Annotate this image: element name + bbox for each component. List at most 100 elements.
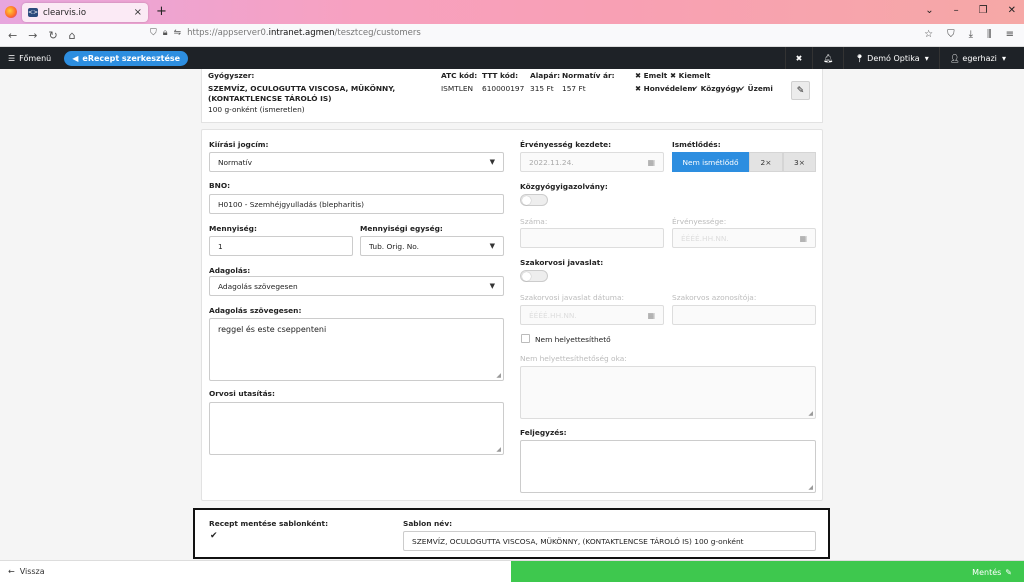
edit-icon: ✎ [796,85,805,96]
szakorvos-azon-label: Szakorvos azonosítója: [672,293,757,302]
forward-arrow-icon[interactable]: → [28,29,37,42]
close-tab-icon[interactable]: × [134,7,142,18]
kozgyogy-erv-label: Érvényessége: [672,217,727,226]
save-button[interactable]: Mentés ✎ [511,561,1024,582]
prescription-form: Kiírási jogcím: Normatív ▼ BNO: H0100 - S… [201,129,823,501]
resize-grip-icon[interactable]: ◢ [808,410,813,417]
adagolas-szoveg-textarea[interactable]: reggel és este cseppenteni ◢ [209,318,504,381]
adagolas-select[interactable]: Adagolás szövegesen ▼ [209,276,504,296]
main-menu-label: Főmenü [19,53,52,63]
template-save-checkbox[interactable]: ✔ [210,531,218,541]
template-name-value: SZEMVÍZ, OCULOGUTTA VISCOSA, MÜKÖNNY, (K… [412,536,744,546]
edit-drug-button[interactable]: ✎ [791,81,810,100]
mennyiseg-input[interactable]: 1 [209,236,353,256]
nem-helyettesitheto-ok-textarea[interactable]: ◢ [520,366,816,419]
location-selector[interactable]: 📍︎ Demó Optika ▾ [843,47,938,69]
close-circle-icon[interactable]: ✖ [784,47,813,69]
browser-tab-bar: <> clearvis.io × + ⌄ – ❐ ✕ [0,0,1024,24]
szakorvosi-datum-label: Szakorvosi javaslat dátuma: [520,293,625,302]
nem-helyettesitheto-label: Nem helyettesíthető [535,335,611,344]
feljegyzes-textarea[interactable]: ◢ [520,440,816,493]
caret-down-icon: ▼ [489,242,495,250]
url-path: /tesztceg/customers [334,28,421,38]
feljegyzes-label: Feljegyzés: [520,428,567,437]
adagolas-value: Adagolás szövegesen [218,281,298,291]
resize-grip-icon[interactable]: ◢ [808,484,813,491]
tab-title: clearvis.io [43,7,87,18]
minimize-icon[interactable]: – [954,5,959,16]
window-close-icon[interactable]: ✕ [1008,5,1016,16]
download-icon[interactable]: ⤓ [969,29,973,40]
szama-label: Száma: [520,217,548,226]
orvosi-label: Orvosi utasítás: [209,389,275,398]
resize-grip-icon[interactable]: ◢ [496,446,501,453]
drug-package: 100 g-onként (ismeretlen) [208,105,305,114]
egyseg-select[interactable]: Tub. Orig. No. ▼ [360,236,504,256]
restore-icon[interactable]: ❐ [979,5,988,16]
reload-icon[interactable]: ↻ [48,29,57,42]
ismetles-option-none[interactable]: Nem ismétlődő [672,152,749,172]
flag-kiemelt-label: Kiemelt [678,71,711,80]
kozgyogy-erv-input[interactable]: ÉÉÉÉ.HH.NN. ▦ [672,228,816,248]
flag-honvedelem: ✖ Honvédelem [635,84,695,93]
back-circle-icon: ◀ [72,53,79,63]
new-tab-icon[interactable]: + [156,4,167,19]
kiirasi-label: Kiírási jogcím: [209,140,269,149]
user-menu[interactable]: 👤︎ egerhazi ▾ [938,47,1016,69]
calendar-icon: ▦ [647,157,655,167]
ismetles-option-3x[interactable]: 3× [783,152,816,172]
normative-price-label: Normatív ár: [562,71,615,80]
back-arrow-icon[interactable]: ← [8,29,17,42]
url-prefix: https://appserver0. [187,28,269,38]
ervenyesseg-input[interactable]: 2022.11.24. ▦ [520,152,664,172]
overflow-menu-icon[interactable]: ≡ [1006,29,1014,40]
template-name-input[interactable]: SZEMVÍZ, OCULOGUTTA VISCOSA, MÜKÖNNY, (K… [403,531,816,551]
bno-input[interactable]: H0100 - Szemhéjgyulladás (blepharitis) [209,194,504,214]
bno-label: BNO: [209,181,231,190]
save-label: Mentés [972,567,1002,577]
ervenyesseg-label: Érvényesség kezdete: [520,140,612,149]
user-name: egerhazi [962,53,997,63]
szakorvos-azon-input[interactable] [672,305,816,325]
erecept-edit-badge[interactable]: ◀ eRecept szerkesztése [64,50,189,66]
mennyiseg-value: 1 [218,241,223,251]
home-icon[interactable]: ⌂ [69,29,76,42]
egyseg-value: Tub. Orig. No. [369,241,420,251]
szakorvosi-toggle[interactable] [520,270,548,282]
browser-tab[interactable]: <> clearvis.io × [22,3,148,22]
szakorvosi-datum-placeholder: ÉÉÉÉ.HH.NN. [529,310,577,320]
adagolas-szoveg-value: reggel és este cseppenteni [218,325,327,334]
orvosi-textarea[interactable]: ◢ [209,402,504,455]
back-button[interactable]: ← Vissza [8,567,45,576]
szama-input[interactable] [520,228,664,248]
szakorvosi-label: Szakorvosi javaslat: [520,258,604,267]
check-icon: ✔ [692,84,699,93]
arrow-left-icon: ← [8,567,15,576]
main-menu-button[interactable]: ☰ Főmenü [8,54,51,63]
library-icon[interactable]: ⫼ [987,29,992,40]
bell-icon[interactable]: 🔔︎ [812,47,843,69]
drug-info-card: Gyógyszer: SZEMVÍZ, OCULOGUTTA VISCOSA, … [201,69,823,123]
nem-helyettesitheto-ok-label: Nem helyettesíthetőség oka: [520,354,627,363]
base-price-label: Alapár: [530,71,561,80]
erecept-label: eRecept szerkesztése [82,53,181,63]
address-bar[interactable]: ⛉ 🔒︎ ⇋ https://appserver0.intranet.agmen… [150,28,421,38]
ismetles-option-2x[interactable]: 2× [749,152,783,172]
tab-list-icon[interactable]: ⌄ [925,5,933,16]
resize-grip-icon[interactable]: ◢ [496,372,501,379]
kiirasi-select[interactable]: Normatív ▼ [209,152,504,172]
bookmark-star-icon[interactable]: ☆ [924,29,933,40]
flag-emelt: ✖ Emelt [635,71,667,80]
kozgyogy-toggle[interactable] [520,194,548,206]
nem-helyettesitheto-checkbox[interactable] [521,334,530,343]
x-icon: ✖ [635,71,642,80]
flag-uzemi: ✔ Üzemi [739,84,773,93]
kozgyogy-erv-placeholder: ÉÉÉÉ.HH.NN. [681,233,729,243]
szakorvosi-datum-input[interactable]: ÉÉÉÉ.HH.NN. ▦ [520,305,664,325]
firefox-icon [5,6,17,18]
hamburger-icon: ☰ [8,53,16,63]
caret-down-icon: ▼ [489,282,495,290]
atc-label: ATC kód: [441,71,478,80]
shield-icon: ⛉ [150,28,157,38]
pocket-icon[interactable]: ⛉ [947,29,955,40]
